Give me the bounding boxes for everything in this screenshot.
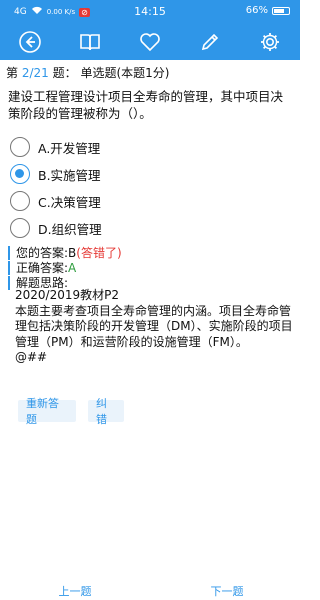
note-button[interactable]	[195, 27, 225, 57]
correct-answer-value: A	[68, 261, 77, 275]
battery-icon	[272, 6, 290, 15]
settings-button[interactable]	[255, 27, 285, 57]
option-b[interactable]: B.实施管理	[10, 164, 101, 184]
radio-c[interactable]	[10, 191, 30, 211]
question-text: 建设工程管理设计项目全寿命的管理，其中项目决策阶段的管理被称为（）。	[8, 89, 284, 121]
status-right: 66%	[246, 5, 290, 16]
option-c[interactable]: C.决策管理	[10, 191, 101, 211]
option-c-label: C.决策管理	[38, 194, 101, 210]
option-b-label: B.实施管理	[38, 167, 101, 183]
book-icon	[80, 34, 100, 51]
radio-d[interactable]	[10, 218, 30, 238]
radio-a[interactable]	[10, 137, 30, 157]
question-prefix: 第	[6, 66, 19, 80]
gear-icon	[261, 33, 279, 51]
analysis-tail: @##	[15, 350, 48, 364]
radio-b[interactable]	[10, 164, 30, 184]
question-progress: 2/21	[21, 66, 49, 80]
toolbar	[0, 24, 300, 60]
correct-answer-label: 正确答案:	[16, 261, 69, 275]
wrong-tag: (答错了)	[76, 246, 122, 260]
analysis-content: 2020/2019教材P2 本题主要考查项目全寿命管理的内涵。项目全寿命管理包括…	[15, 288, 295, 366]
analysis-source: 2020/2019教材P2	[15, 288, 119, 302]
back-icon	[19, 31, 41, 53]
prev-question-button[interactable]: 上一题	[38, 583, 112, 600]
next-question-button[interactable]: 下一题	[190, 583, 264, 600]
analysis-body: 本题主要考查项目全寿命管理的内涵。项目全寿命管理包括决策阶段的开发管理（DM）、…	[15, 303, 293, 349]
question-suffix: 题：	[52, 66, 77, 80]
pencil-icon	[201, 33, 219, 51]
battery-percent: 66%	[245, 5, 268, 16]
favorite-button[interactable]	[135, 27, 165, 57]
option-d[interactable]: D.组织管理	[10, 218, 102, 238]
heart-icon	[140, 33, 160, 52]
question-type: 单选题(本题1分)	[80, 66, 170, 80]
question-header: 第 2/21 题： 单选题(本题1分)	[6, 64, 169, 81]
your-answer-line: 您的答案:B(答错了)	[8, 246, 122, 260]
report-error-button[interactable]: 纠错	[88, 397, 124, 426]
status-bar: 4G 0.00 K/s ⊘ 14:15 66%	[0, 0, 300, 24]
correct-answer-line: 正确答案:A	[8, 261, 76, 275]
retry-button[interactable]: 重新答题	[18, 397, 76, 426]
your-answer-label: 您的答案:	[16, 246, 69, 260]
option-a-label: A.开发管理	[38, 140, 101, 156]
option-d-label: D.组织管理	[38, 221, 102, 237]
option-a[interactable]: A.开发管理	[10, 137, 100, 157]
book-button[interactable]	[75, 27, 105, 57]
back-button[interactable]	[15, 27, 45, 57]
